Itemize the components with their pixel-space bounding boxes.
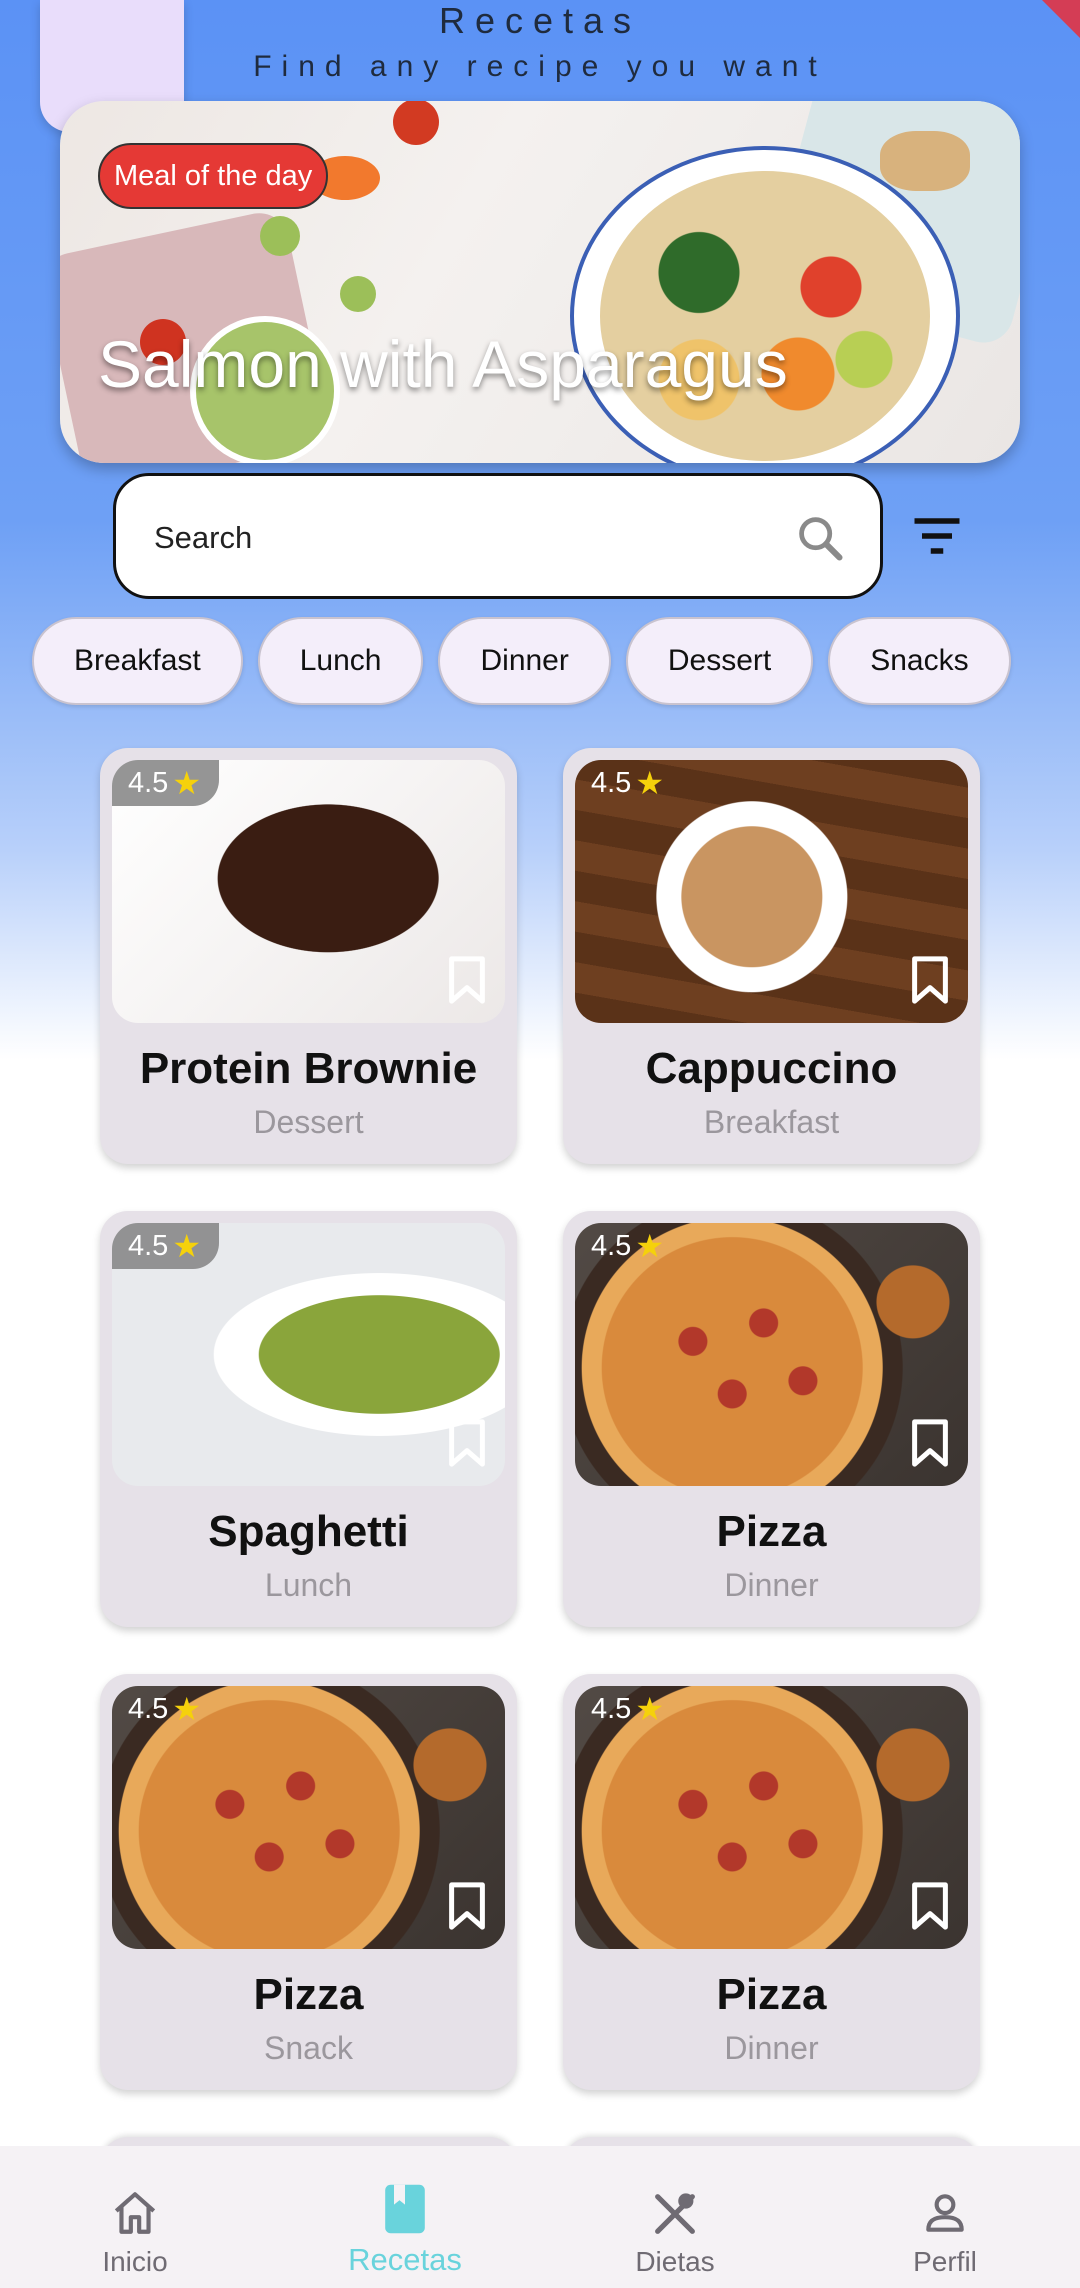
chip-dessert[interactable]: Dessert [625,617,814,705]
meal-of-the-day-badge: Meal of the day [98,143,329,209]
recipe-image: 4.5 ★ [575,1223,968,1486]
recipe-category: Dinner [724,1567,819,1603]
nav-item-perfil[interactable]: Perfil [810,2146,1080,2288]
recipe-card[interactable]: 4.5 ★ Pizza Snack [100,1674,517,2090]
bookmark-icon[interactable] [910,1418,950,1468]
star-icon: ★ [172,1691,202,1727]
recipe-image: 4.5 ★ [575,1686,968,1949]
search-bar[interactable] [113,473,883,599]
rating-badge: 4.5 ★ [575,1686,682,1732]
person-icon [926,2194,964,2232]
rating-badge: 4.5 ★ [575,1223,682,1269]
nav-item-dietas[interactable]: Dietas [540,2146,810,2288]
recipe-title: Spaghetti [208,1507,409,1556]
bookmark-icon[interactable] [447,1418,487,1468]
recipe-card[interactable]: 4.5 ★ Cappuccino Breakfast [563,748,980,1164]
home-icon [114,2192,156,2234]
recipe-card[interactable]: 4.5 ★ Protein Brownie Dessert [100,748,517,1164]
nav-item-recetas[interactable]: Recetas [270,2146,540,2288]
recipe-title: Pizza [716,1970,827,2019]
bookmark-icon[interactable] [910,1881,950,1931]
recipe-category: Dessert [253,1104,364,1140]
recipe-category: Breakfast [703,1104,840,1140]
meal-of-the-day-banner[interactable]: Meal of the day Salmon with Asparagus [60,101,1020,463]
recipe-card[interactable]: 4.5 ★ Pizza Dinner [563,1674,980,2090]
star-icon: ★ [635,1228,665,1264]
banner-title: Salmon with Asparagus [98,327,788,401]
bookmark-icon[interactable] [447,1881,487,1931]
rating-badge: 4.5 ★ [112,1686,219,1732]
utensils-icon [655,2193,695,2234]
bookmark-icon[interactable] [447,955,487,1005]
chip-breakfast[interactable]: Breakfast [32,617,243,705]
star-icon: ★ [635,1691,665,1727]
recipe-image: 4.5 ★ [112,1223,505,1486]
nav-item-inicio[interactable]: Inicio [0,2146,270,2288]
recipe-category: Dinner [724,2030,819,2066]
nav-label: Inicio [102,2246,168,2277]
rating-badge: 4.5 ★ [112,1223,220,1269]
recipe-title: Pizza [253,1970,364,2019]
chip-snacks[interactable]: Snacks [828,617,1011,705]
recipe-category: Snack [264,2030,353,2066]
nav-label: Recetas [348,2242,462,2277]
app-subtitle: Find any recipe you want [253,50,827,83]
rating-badge: 4.5 ★ [112,760,220,806]
recipe-card[interactable]: 4.5 ★ Pizza Dinner [563,1211,980,1627]
star-icon: ★ [172,1228,202,1264]
recipe-title: Cappuccino [645,1044,898,1093]
recipe-title: Protein Brownie [139,1044,478,1093]
recipe-image: 4.5 ★ [575,760,968,1023]
chip-lunch[interactable]: Lunch [257,617,424,705]
recipe-image: 4.5 ★ [112,760,505,1023]
recipe-image: 4.5 ★ [112,1686,505,1949]
search-input[interactable] [154,510,754,566]
recipe-title: Pizza [716,1507,827,1556]
star-icon: ★ [635,765,665,801]
recipe-card[interactable]: 4.5 ★ Spaghetti Lunch [100,1211,517,1627]
star-icon: ★ [172,765,202,801]
rating-badge: 4.5 ★ [575,760,682,806]
book-icon [385,2184,425,2234]
nav-label: Dietas [635,2246,715,2277]
bottom-navigation: Inicio Recetas Dietas Perfil [0,2146,1080,2288]
bookmark-icon[interactable] [910,955,950,1005]
search-icon[interactable] [794,512,846,564]
recipe-category: Lunch [264,1567,353,1603]
filter-icon[interactable] [904,506,970,566]
chip-dinner[interactable]: Dinner [438,617,611,705]
category-chips: Breakfast Lunch Dinner Dessert Snacks [32,617,1011,705]
nav-label: Perfil [913,2246,977,2277]
app-title: Recetas [438,0,642,41]
